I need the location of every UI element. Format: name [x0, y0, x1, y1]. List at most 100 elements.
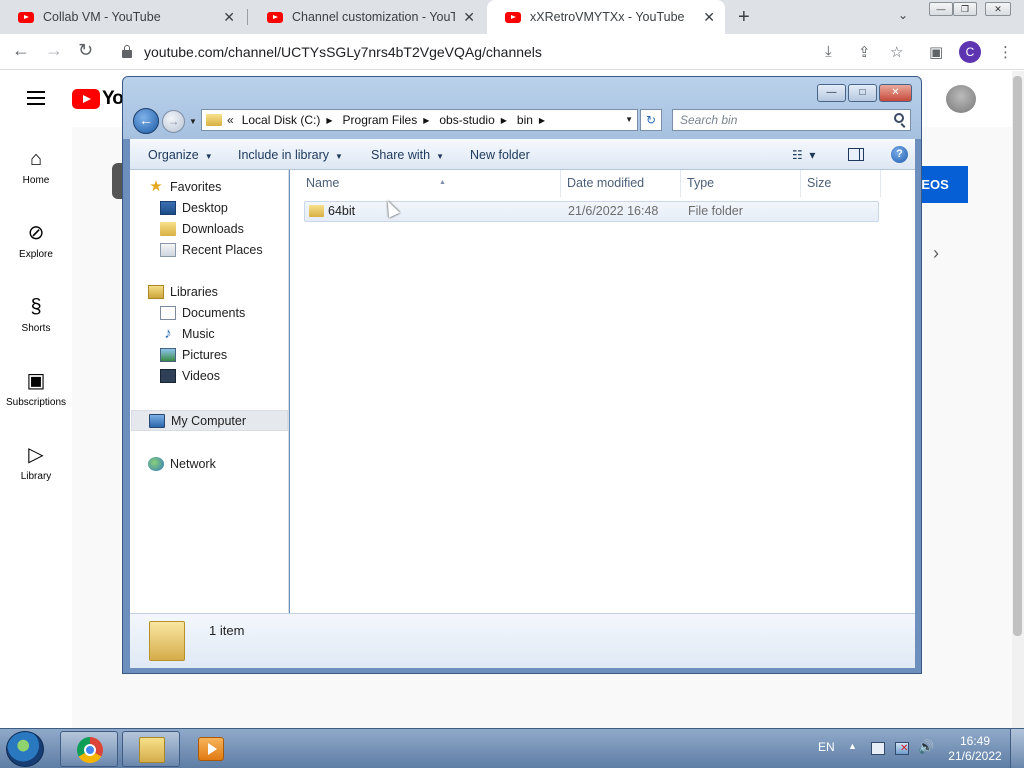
command-label: Include in library: [238, 148, 330, 162]
reload-icon[interactable]: ↻: [78, 40, 93, 61]
nav-documents[interactable]: Documents: [160, 302, 245, 323]
guide-item-subscriptions[interactable]: ▣ Subscriptions: [0, 369, 72, 408]
window-restore-button[interactable]: ❐: [953, 2, 977, 16]
language-indicator[interactable]: EN: [818, 740, 835, 754]
explorer-maximize-button[interactable]: □: [848, 84, 877, 102]
window-minimize-button[interactable]: —: [929, 2, 953, 16]
shorts-icon: §: [30, 296, 42, 318]
forward-icon[interactable]: →: [45, 40, 63, 61]
chrome-icon: [77, 737, 103, 763]
column-header-type[interactable]: Type: [681, 170, 801, 197]
tab-close-icon[interactable]: ✕: [703, 9, 715, 26]
start-button[interactable]: [6, 731, 44, 767]
tab-title: Channel customization - YouTube: [292, 10, 456, 24]
new-folder-button[interactable]: New folder: [470, 148, 530, 162]
breadcrumb-local-disk[interactable]: Local Disk (C:): [242, 113, 321, 127]
column-header-name[interactable]: Name ▲: [300, 170, 561, 197]
guide-item-explore[interactable]: ⊘ Explore: [0, 221, 72, 260]
tab-close-icon[interactable]: ✕: [463, 9, 475, 26]
volume-icon[interactable]: 🔊: [918, 739, 934, 755]
breadcrumb-bin[interactable]: bin: [517, 113, 533, 127]
address-history-dropdown-icon[interactable]: ▼: [625, 115, 633, 124]
pictures-icon: [160, 347, 176, 362]
network-disconnected-icon[interactable]: [895, 742, 909, 755]
breadcrumb-separator-icon[interactable]: ▶: [326, 116, 332, 125]
tab-collab-vm[interactable]: Collab VM - YouTube ✕: [0, 0, 245, 34]
page-scrollbar-thumb[interactable]: [1013, 76, 1022, 636]
share-with-button[interactable]: Share with ▼: [371, 148, 444, 162]
side-panel-icon[interactable]: ▣: [929, 43, 943, 61]
lock-icon[interactable]: [122, 45, 132, 58]
nav-downloads[interactable]: Downloads: [160, 218, 244, 239]
explorer-icon: [139, 737, 165, 763]
guide-item-shorts[interactable]: § Shorts: [0, 295, 72, 334]
back-icon[interactable]: ←: [12, 40, 30, 61]
window-close-button[interactable]: ✕: [985, 2, 1011, 16]
address-bar[interactable]: youtube.com/channel/UCTYsSGLy7nrs4bT2Vge…: [110, 38, 910, 66]
explorer-forward-icon[interactable]: →: [162, 110, 185, 133]
breadcrumb-program-files[interactable]: Program Files: [343, 113, 418, 127]
guide-item-library[interactable]: ▷ Library: [0, 443, 72, 482]
breadcrumb-separator-icon[interactable]: ▶: [423, 116, 429, 125]
hamburger-menu-icon[interactable]: [27, 91, 45, 105]
clock[interactable]: 16:49 21/6/2022: [946, 734, 1004, 764]
media-player-icon[interactable]: [198, 737, 224, 761]
share-icon[interactable]: ⇪: [858, 43, 871, 61]
action-center-icon[interactable]: [871, 742, 885, 755]
explorer-close-button[interactable]: ✕: [879, 84, 912, 102]
organize-button[interactable]: Organize ▼: [148, 148, 213, 162]
tab-close-icon[interactable]: ✕: [223, 9, 235, 26]
explorer-address-bar[interactable]: « Local Disk (C:) ▶ Program Files ▶ obs-…: [201, 109, 638, 131]
tab-xxretrovmytxx[interactable]: xXRetroVMYTXx - YouTube ✕: [487, 0, 725, 34]
address-overflow[interactable]: «: [227, 113, 234, 127]
sort-ascending-icon: ▲: [439, 179, 446, 186]
install-icon[interactable]: ⤓: [825, 43, 832, 60]
nav-favorites[interactable]: ★ Favorites: [148, 176, 221, 197]
file-list-pane[interactable]: Name ▲ Date modified Type Size 64bit 21/…: [290, 170, 915, 613]
search-icon[interactable]: [894, 113, 904, 123]
nav-my-computer[interactable]: My Computer: [131, 410, 288, 431]
tab-channel-customization[interactable]: Channel customization - YouTube ✕: [249, 0, 485, 34]
nav-pictures[interactable]: Pictures: [160, 344, 227, 365]
new-tab-button[interactable]: +: [738, 6, 750, 29]
help-icon[interactable]: ?: [891, 146, 908, 163]
show-desktop-button[interactable]: [1010, 729, 1024, 768]
network-icon: [148, 456, 164, 471]
recent-pages-dropdown-icon[interactable]: ▼: [189, 117, 197, 126]
breadcrumb-separator-icon[interactable]: ▶: [501, 116, 507, 125]
menu-icon[interactable]: ⋮: [998, 43, 1013, 61]
breadcrumb-obs-studio[interactable]: obs-studio: [439, 113, 494, 127]
include-in-library-button[interactable]: Include in library ▼: [238, 148, 343, 162]
chevron-right-icon[interactable]: ›: [933, 243, 939, 264]
search-input[interactable]: Search bin: [672, 109, 911, 131]
explorer-window: — □ ✕ ← → ▼ « Local Disk (C:) ▶ Program …: [122, 76, 922, 674]
taskbar-explorer[interactable]: [122, 731, 180, 767]
explorer-back-icon[interactable]: ←: [133, 108, 159, 134]
nav-desktop[interactable]: Desktop: [160, 197, 228, 218]
url-text[interactable]: youtube.com/channel/UCTYsSGLy7nrs4bT2Vge…: [144, 44, 542, 60]
preview-pane-icon[interactable]: [848, 148, 864, 161]
column-header-size[interactable]: Size: [801, 170, 881, 197]
youtube-logo-text[interactable]: Yo: [102, 88, 124, 110]
dropdown-arrow-icon: ▼: [335, 152, 343, 161]
guide-item-home[interactable]: ⌂ Home: [0, 147, 72, 186]
nav-recent-places[interactable]: Recent Places: [160, 239, 263, 260]
taskbar-chrome[interactable]: [60, 731, 118, 767]
nav-videos[interactable]: Videos: [160, 365, 220, 386]
music-note-icon: ♪: [164, 324, 172, 342]
show-hidden-icons-icon[interactable]: ▲: [848, 741, 857, 751]
nav-libraries[interactable]: Libraries: [148, 281, 218, 302]
column-header-date-modified[interactable]: Date modified: [561, 170, 681, 197]
breadcrumb-separator-icon[interactable]: ▶: [539, 116, 545, 125]
bookmark-star-icon[interactable]: ☆: [890, 43, 903, 61]
file-name: 64bit: [328, 204, 356, 218]
nav-network[interactable]: Network: [148, 453, 216, 474]
youtube-logo-icon[interactable]: [72, 89, 100, 109]
refresh-icon[interactable]: ↻: [640, 109, 662, 131]
explorer-minimize-button[interactable]: —: [817, 84, 846, 102]
tab-search-chevron-icon[interactable]: ⌄: [898, 8, 908, 22]
profile-avatar[interactable]: C: [959, 41, 981, 63]
account-avatar[interactable]: [946, 85, 976, 113]
nav-music[interactable]: ♪ Music: [160, 323, 214, 344]
change-view-icon[interactable]: ☷ ▾: [792, 148, 815, 162]
